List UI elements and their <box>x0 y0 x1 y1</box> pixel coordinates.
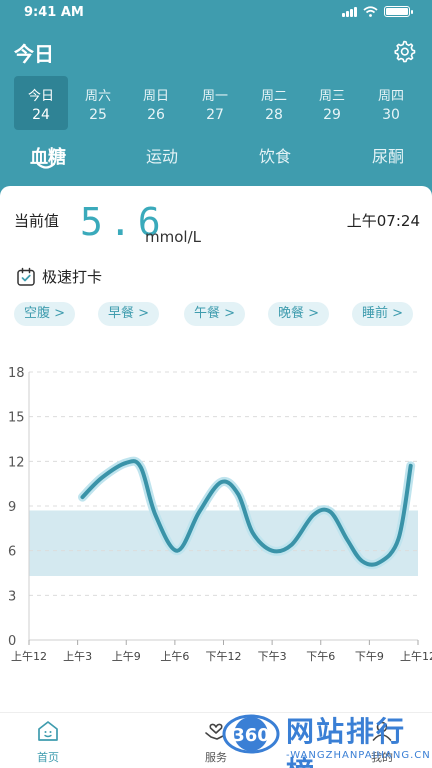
watermark: 360 网站排行榜 -WANGZHANPAIHANG.CN <box>222 706 432 768</box>
x-tick-label: 上午3 <box>63 650 92 663</box>
meal-tag-lunch[interactable]: 午餐 > <box>184 302 246 326</box>
y-tick-label: 12 <box>8 455 25 470</box>
date-strip: 今日 24 周六 25 周日 26 周一 27 周二 28 周三 29 周四 3… <box>12 76 422 130</box>
current-unit: mmol/L <box>145 228 201 246</box>
quick-punch[interactable]: 极速打卡 <box>16 266 102 287</box>
date-item-wed[interactable]: 周三 29 <box>305 76 359 130</box>
battery-icon <box>384 6 413 17</box>
app-header: 9:41 AM 今日 今日 24 周六 25 周日 26 周一 27 周二 28… <box>0 0 432 200</box>
gear-icon[interactable] <box>392 39 416 63</box>
date-dow: 周四 <box>377 89 404 104</box>
x-tick-label: 下午12 <box>206 650 242 663</box>
category-tabs: 血糖 运动 饮食 尿酮 <box>0 140 432 180</box>
x-tick-label: 上午9 <box>112 650 141 663</box>
nav-label: 首页 <box>37 751 59 764</box>
watermark-badge: 360 <box>232 725 270 746</box>
date-num: 30 <box>382 107 400 123</box>
wifi-icon <box>363 6 378 17</box>
date-dow: 周二 <box>260 89 287 104</box>
current-time: 上午07:24 <box>346 212 420 230</box>
x-tick-label: 下午6 <box>306 650 335 663</box>
date-item-sun[interactable]: 周日 26 <box>129 76 183 130</box>
meal-tag-bedtime[interactable]: 睡前 > <box>352 302 414 326</box>
y-tick-label: 15 <box>8 411 25 426</box>
glucose-chart-svg: 0 3 6 9 12 15 18 上午12 上午3 上午9 上午6 下午12 下午3 下午6 下午9 上午12 <box>8 366 432 663</box>
meal-tag-breakfast[interactable]: 早餐 > <box>98 302 160 326</box>
date-dow: 周日 <box>142 89 169 104</box>
date-num: 24 <box>32 107 50 123</box>
meal-tag-fasting[interactable]: 空腹 > <box>14 302 76 326</box>
home-icon <box>38 721 58 741</box>
meal-tags: 空腹 > 早餐 > 午餐 > 晚餐 > 睡前 > <box>14 302 418 328</box>
y-tick-label: 6 <box>8 545 16 560</box>
date-dow: 周三 <box>318 89 345 104</box>
status-bar: 9:41 AM <box>0 0 432 26</box>
y-tick-label: 3 <box>8 589 16 604</box>
calendar-check-icon <box>17 267 35 286</box>
date-dow: 周六 <box>84 89 111 104</box>
tab-ketone[interactable]: 尿酮 <box>348 143 428 167</box>
nav-home[interactable]: 首页 <box>18 719 78 765</box>
date-num: 26 <box>147 107 165 123</box>
current-value-label: 当前值 <box>14 212 60 230</box>
date-dow: 今日 <box>27 89 54 104</box>
date-item-thu[interactable]: 周四 30 <box>364 76 418 130</box>
360-logo-icon: 360 <box>222 714 280 754</box>
tab-indicator <box>36 162 56 169</box>
y-tick-label: 0 <box>8 634 16 649</box>
tab-diet[interactable]: 饮食 <box>235 143 315 167</box>
date-item-today[interactable]: 今日 24 <box>14 76 68 130</box>
meal-tag-dinner[interactable]: 晚餐 > <box>268 302 330 326</box>
status-time: 9:41 AM <box>24 5 84 20</box>
x-tick-label: 下午3 <box>258 650 287 663</box>
quick-punch-label: 极速打卡 <box>42 268 103 286</box>
glucose-chart: 0 3 6 9 12 15 18 上午12 上午3 上午9 上午6 下午12 下午3 下午6 下午9 上午12 <box>0 355 432 685</box>
page-title: 今日 <box>14 42 54 66</box>
tab-exercise[interactable]: 运动 <box>122 143 202 167</box>
x-tick-label: 上午6 <box>160 650 189 663</box>
y-tick-label: 9 <box>8 500 16 515</box>
target-range-band <box>29 510 418 576</box>
date-item-mon[interactable]: 周一 27 <box>188 76 242 130</box>
y-tick-label: 18 <box>8 366 25 381</box>
watermark-url: -WANGZHANPAIHANG.CN <box>286 750 431 761</box>
date-num: 29 <box>323 107 341 123</box>
x-tick-label: 下午9 <box>355 650 384 663</box>
date-item-sat[interactable]: 周六 25 <box>71 76 125 130</box>
status-icons <box>342 6 413 17</box>
date-num: 25 <box>89 107 107 123</box>
signal-icon <box>342 6 357 17</box>
date-num: 28 <box>265 107 283 123</box>
date-item-tue[interactable]: 周二 28 <box>247 76 301 130</box>
date-num: 27 <box>206 107 224 123</box>
x-tick-label: 上午12 <box>11 650 47 663</box>
x-tick-label: 上午12 <box>400 650 432 663</box>
date-dow: 周一 <box>201 89 228 104</box>
